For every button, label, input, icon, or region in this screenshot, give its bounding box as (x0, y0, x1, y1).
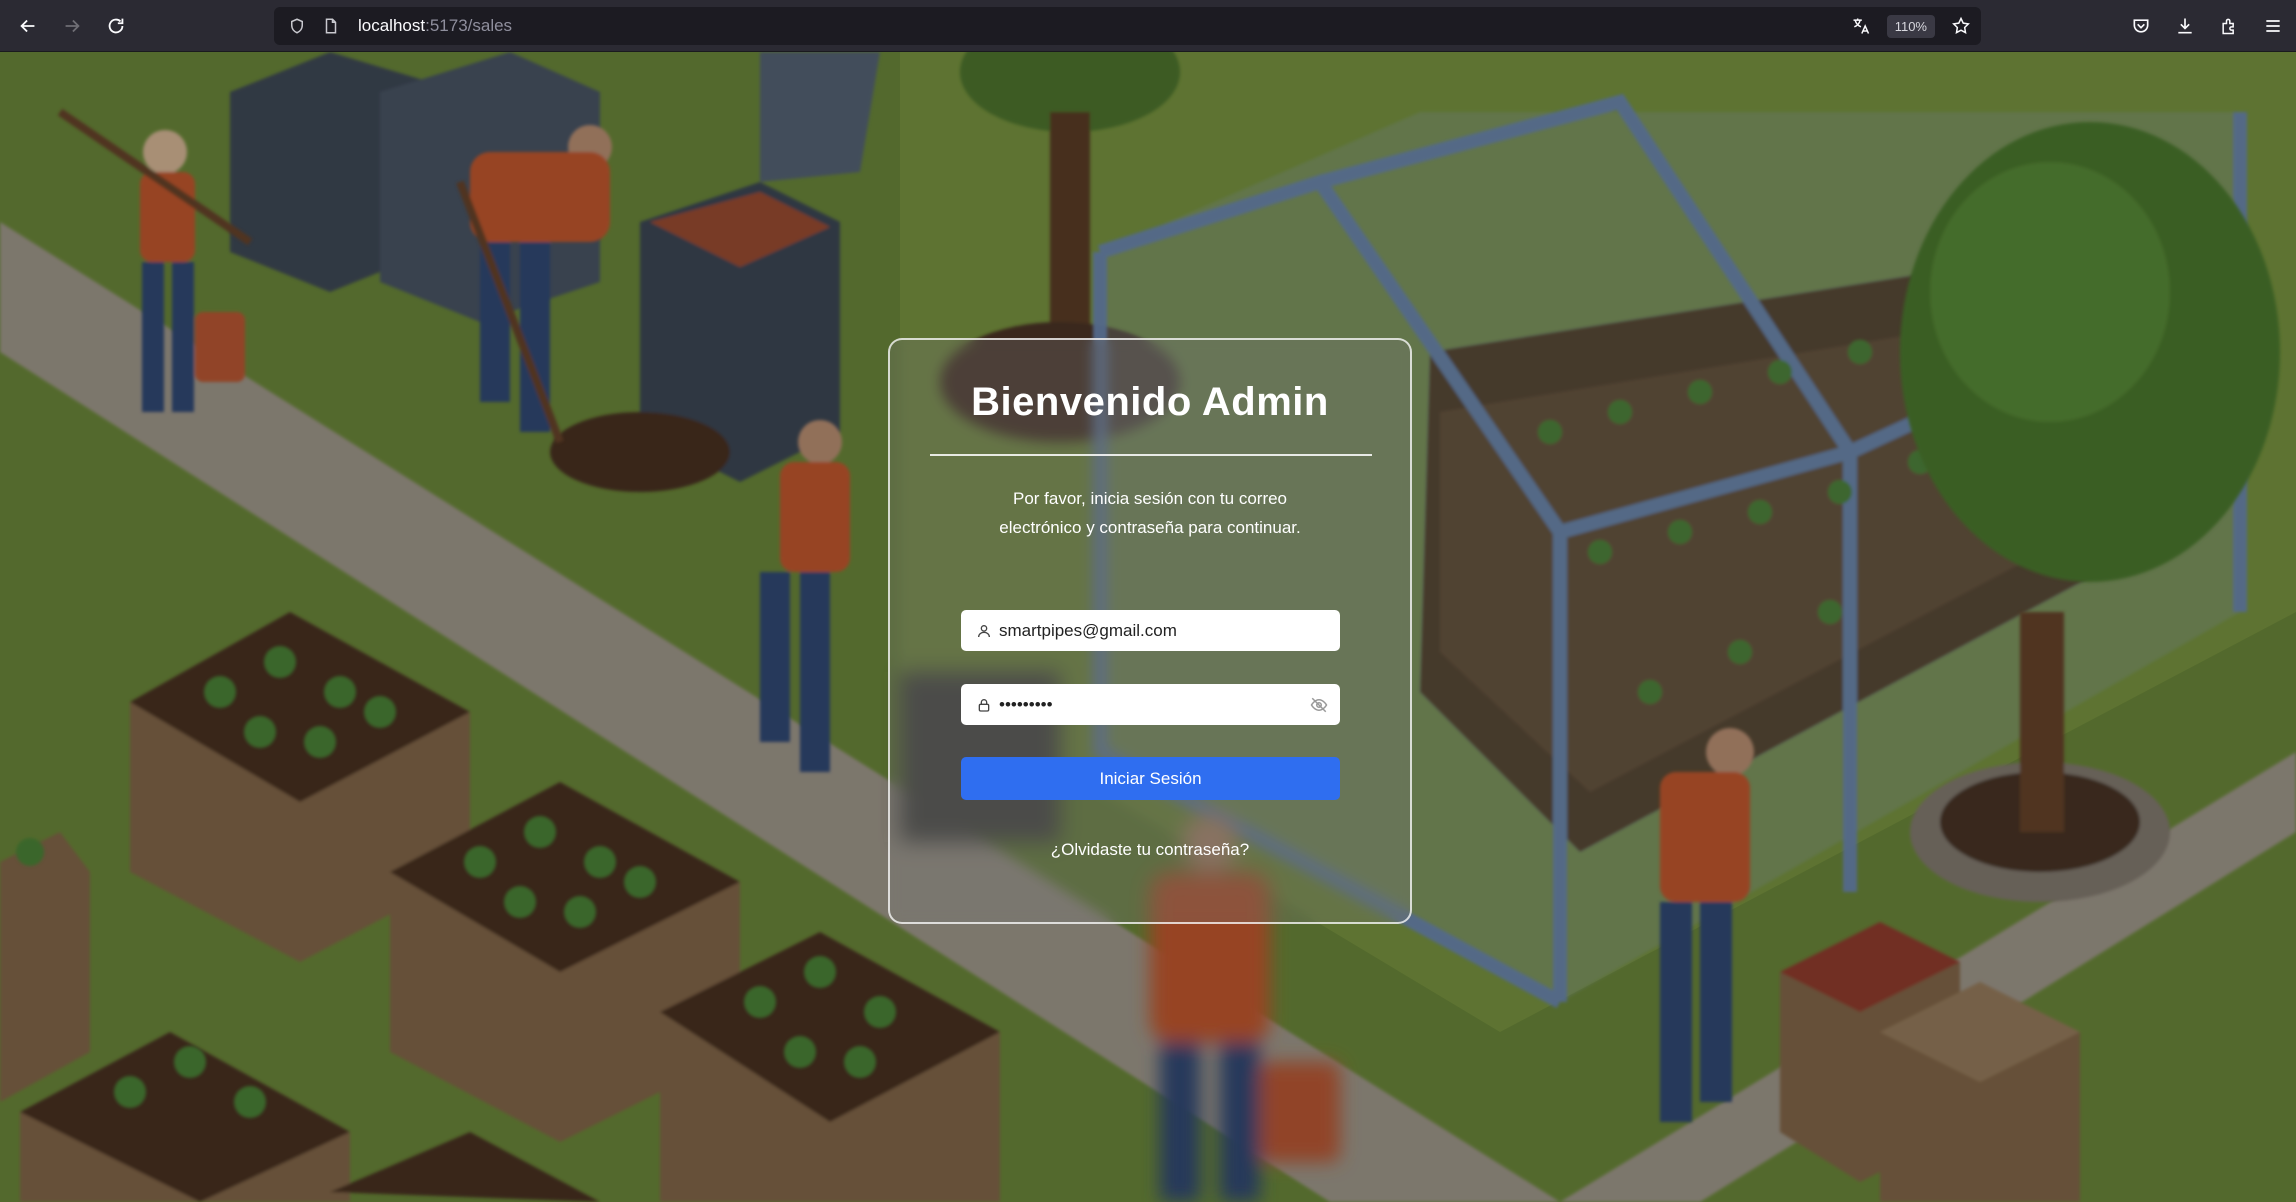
login-subtitle: Por favor, inicia sesión con tu correo e… (999, 489, 1301, 537)
pocket-icon[interactable] (2126, 11, 2156, 41)
url-host: localhost (358, 16, 426, 35)
url-path: :5173/sales (425, 16, 513, 35)
url-text[interactable]: localhost:5173/sales (358, 16, 512, 36)
shield-icon[interactable] (286, 15, 308, 37)
browser-toolbar: localhost:5173/sales 110% (0, 0, 2296, 52)
email-value: smartpipes@gmail.com (999, 620, 1177, 640)
reload-button[interactable] (96, 6, 136, 46)
login-title: Bienvenido Admin (971, 380, 1329, 424)
lock-icon (975, 696, 993, 714)
login-page: Bienvenido Admin Por favor, inicia sesió… (0, 52, 2296, 1202)
password-value: ••••••••• (999, 694, 1053, 714)
url-bar[interactable]: localhost:5173/sales 110% (274, 7, 1981, 45)
zoom-level-badge[interactable]: 110% (1886, 14, 1935, 38)
arrow-right-icon (65, 19, 80, 32)
downloads-icon[interactable] (2170, 11, 2200, 41)
eye-off-icon[interactable] (1310, 696, 1328, 714)
extensions-icon[interactable] (2214, 11, 2244, 41)
back-button[interactable] (8, 6, 48, 46)
user-icon (975, 622, 993, 640)
page-icon[interactable] (320, 15, 342, 37)
login-card: Bienvenido Admin Por favor, inicia sesió… (888, 338, 1412, 924)
reload-icon (108, 18, 124, 33)
email-field[interactable]: smartpipes@gmail.com (961, 610, 1340, 651)
password-field[interactable]: ••••••••• (961, 684, 1340, 725)
forgot-password-link[interactable]: ¿Olvidaste tu contraseña? (890, 840, 1410, 860)
forward-button[interactable] (52, 6, 92, 46)
arrow-left-icon (20, 19, 35, 32)
bookmark-star-icon[interactable] (1949, 14, 1973, 38)
menu-icon[interactable] (2258, 11, 2288, 41)
title-divider (930, 454, 1372, 456)
login-button[interactable]: Iniciar Sesión (961, 757, 1340, 800)
translate-icon[interactable] (1849, 14, 1873, 38)
